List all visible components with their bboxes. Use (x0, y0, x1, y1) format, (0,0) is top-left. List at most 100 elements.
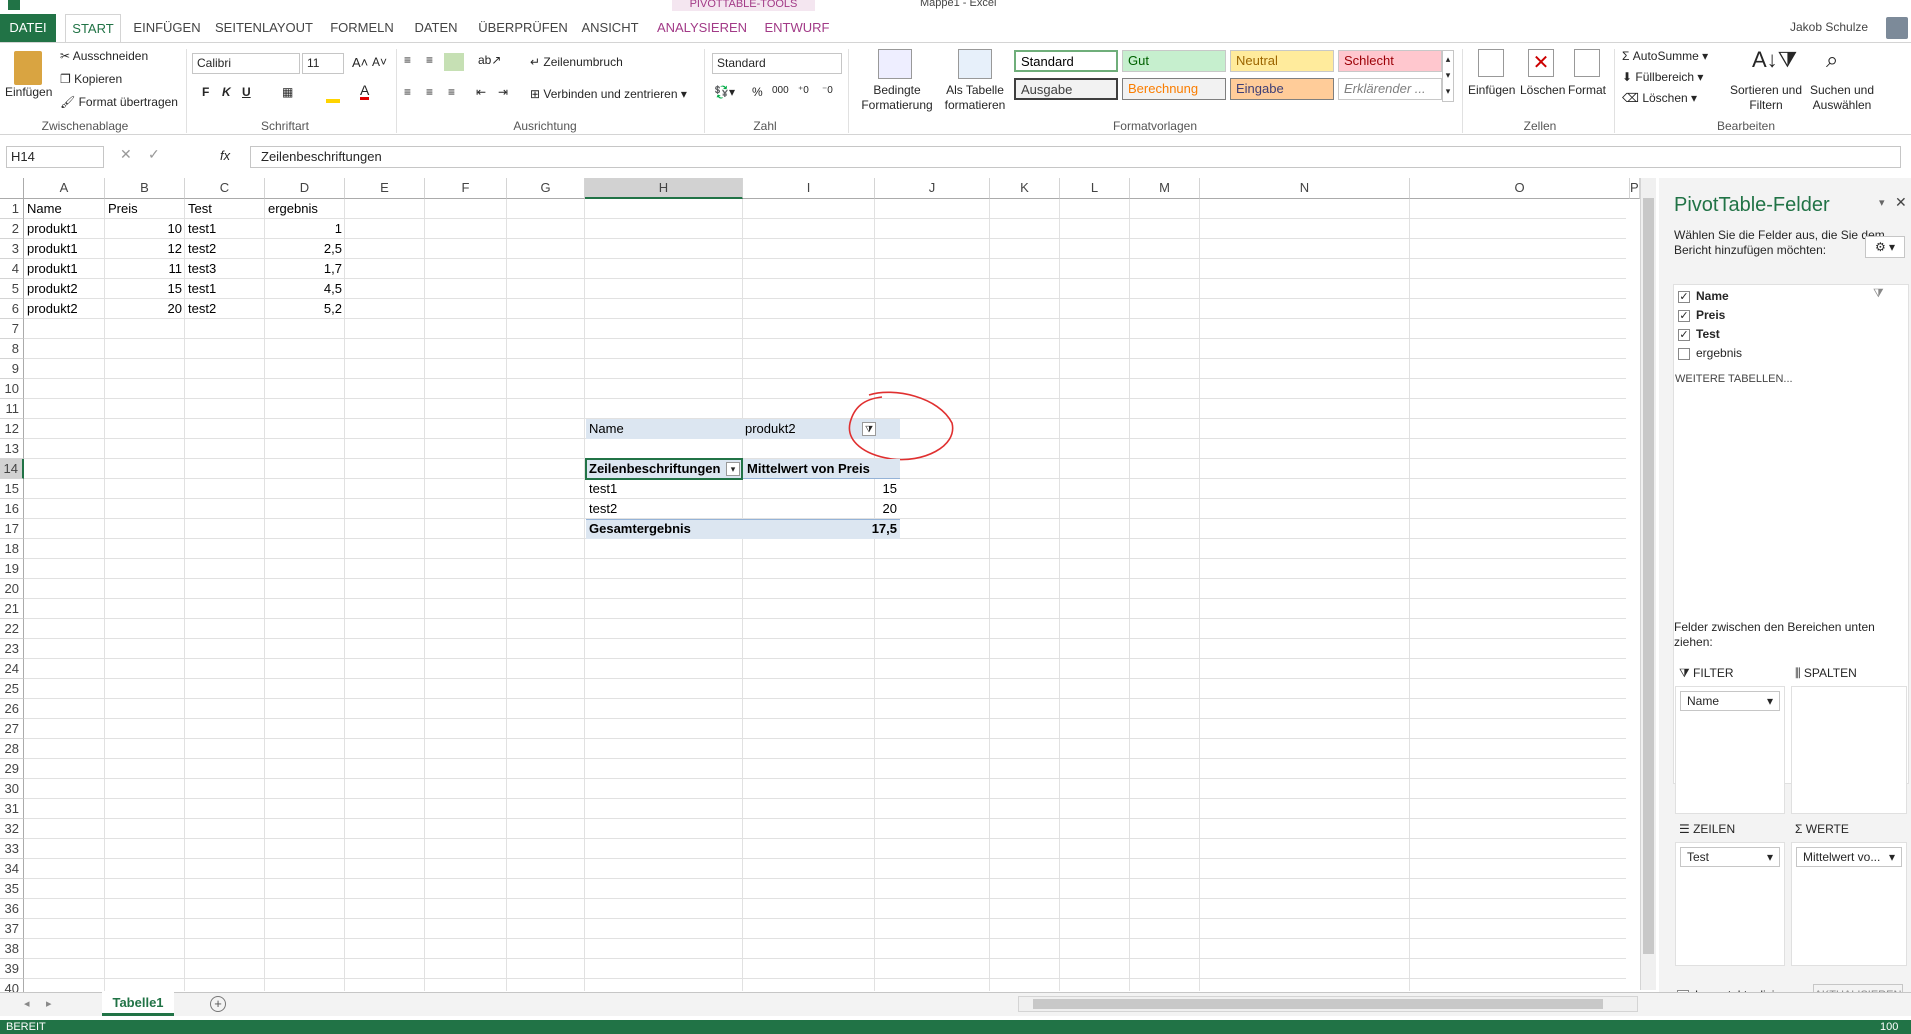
column-header-p[interactable]: P (1630, 178, 1640, 199)
tab-insert[interactable]: EINFÜGEN (130, 14, 204, 42)
row-header[interactable]: 26 (0, 699, 24, 719)
cancel-icon[interactable]: ✕ (120, 146, 132, 163)
align-left-icon[interactable]: ≡ (404, 85, 411, 99)
tab-design[interactable]: ENTWURF (758, 14, 836, 42)
binoculars-icon[interactable]: ⌕ (1826, 47, 1838, 73)
italic-button[interactable]: K (222, 85, 231, 99)
tab-analyze[interactable]: ANALYSIEREN (656, 14, 748, 42)
fill-color-icon[interactable] (326, 89, 340, 103)
row-header[interactable]: 1 (0, 199, 24, 219)
column-header-e[interactable]: E (345, 178, 425, 199)
percent-button[interactable]: % (752, 85, 763, 99)
row-header[interactable]: 23 (0, 639, 24, 659)
column-header-l[interactable]: L (1060, 178, 1130, 199)
values-area-item[interactable]: Mittelwert vo... ▾ (1796, 847, 1902, 867)
font-size-select[interactable]: 11 (302, 53, 344, 74)
row-header[interactable]: 14 (0, 459, 24, 479)
close-icon[interactable]: ✕ (1895, 194, 1907, 211)
column-header-b[interactable]: B (105, 178, 185, 199)
row-header[interactable]: 2 (0, 219, 24, 239)
row-header[interactable]: 37 (0, 919, 24, 939)
paste-button[interactable]: Einfügen (5, 85, 52, 99)
tab-start[interactable]: START (65, 14, 121, 42)
wrap-text-button[interactable]: ↵ Zeilenumbruch (530, 55, 623, 69)
row-header[interactable]: 30 (0, 779, 24, 799)
tab-formulas[interactable]: FORMELN (326, 14, 398, 42)
style-output[interactable]: Ausgabe (1014, 78, 1118, 100)
row-header[interactable]: 3 (0, 239, 24, 259)
row-header[interactable]: 9 (0, 359, 24, 379)
tab-view[interactable]: ANSICHT (578, 14, 642, 42)
decrease-decimal-icon[interactable]: ⁻0 (822, 85, 833, 96)
row-header[interactable]: 10 (0, 379, 24, 399)
scroll-thumb[interactable] (1643, 198, 1654, 954)
column-header-d[interactable]: D (265, 178, 345, 199)
column-header-h[interactable]: H (585, 178, 743, 199)
format-cells-icon[interactable] (1574, 49, 1600, 77)
row-header[interactable]: 31 (0, 799, 24, 819)
row-header[interactable]: 39 (0, 959, 24, 979)
delete-cells-icon[interactable]: ✕ (1528, 49, 1554, 77)
merge-center-button[interactable]: ⊞ Verbinden und zentrieren ▾ (530, 87, 687, 101)
increase-decimal-icon[interactable]: ⁺0 (798, 85, 809, 96)
column-header-o[interactable]: O (1410, 178, 1630, 199)
row-header[interactable]: 35 (0, 879, 24, 899)
rows-area[interactable]: Test ▾ (1675, 842, 1785, 966)
gear-icon[interactable]: ⚙ ▾ (1865, 236, 1905, 258)
format-as-table-button[interactable]: Als Tabelle formatieren (936, 83, 1014, 113)
row-header[interactable]: 27 (0, 719, 24, 739)
row-header[interactable]: 5 (0, 279, 24, 299)
avatar[interactable] (1886, 17, 1908, 39)
row-header[interactable]: 17 (0, 519, 24, 539)
autosum-button[interactable]: Σ AutoSumme ▾ (1622, 49, 1708, 63)
tab-data[interactable]: DATEN (408, 14, 464, 42)
decrease-indent-icon[interactable]: ⇤ (476, 85, 486, 99)
copy-button[interactable]: ❐ Kopieren (60, 72, 122, 86)
row-header[interactable]: 4 (0, 259, 24, 279)
pivot-row-header[interactable]: Zeilenbeschriftungen (586, 459, 723, 479)
pane-options-icon[interactable]: ▾ (1879, 196, 1885, 209)
zoom-level[interactable]: 100 % (1880, 1020, 1911, 1034)
column-header-f[interactable]: F (425, 178, 507, 199)
row-header[interactable]: 7 (0, 319, 24, 339)
row-header[interactable]: 29 (0, 759, 24, 779)
row-header[interactable]: 12 (0, 419, 24, 439)
conditional-format-button[interactable]: Bedingte Formatierung (854, 83, 940, 113)
styles-scroll[interactable]: ▴ ▾ ▾ (1442, 50, 1454, 102)
row-header[interactable]: 18 (0, 539, 24, 559)
column-header-a[interactable]: A (24, 178, 105, 199)
font-name-select[interactable]: Calibri (192, 53, 300, 74)
user-name[interactable]: Jakob Schulze (1790, 20, 1868, 34)
row-header[interactable]: 38 (0, 939, 24, 959)
values-area[interactable]: Mittelwert vo... ▾ (1791, 842, 1907, 966)
style-standard[interactable]: Standard (1014, 50, 1118, 72)
cut-button[interactable]: ✂ Ausschneiden (60, 49, 148, 63)
align-middle-icon[interactable]: ≡ (426, 53, 433, 67)
tab-review[interactable]: ÜBERPRÜFEN (476, 14, 570, 42)
row-header[interactable]: 13 (0, 439, 24, 459)
shrink-font-icon[interactable]: A˅ (372, 55, 387, 69)
column-header-k[interactable]: K (990, 178, 1060, 199)
style-input[interactable]: Eingabe (1230, 78, 1334, 100)
prev-sheet-icon[interactable]: ◂ (24, 997, 30, 1010)
row-header[interactable]: 8 (0, 339, 24, 359)
row-header[interactable]: 16 (0, 499, 24, 519)
align-right-icon[interactable]: ≡ (448, 85, 455, 99)
row-header[interactable]: 19 (0, 559, 24, 579)
style-bad[interactable]: Schlecht (1338, 50, 1442, 72)
row-header[interactable]: 21 (0, 599, 24, 619)
style-good[interactable]: Gut (1122, 50, 1226, 72)
currency-icon[interactable]: 💱▾ (714, 85, 735, 99)
dropdown-arrow-icon[interactable]: ▾ (726, 462, 740, 476)
row-header[interactable]: 22 (0, 619, 24, 639)
field-checkbox[interactable]: ✓ (1678, 329, 1690, 341)
row-header[interactable]: 11 (0, 399, 24, 419)
thousands-button[interactable]: 000 (772, 85, 789, 96)
row-header[interactable]: 25 (0, 679, 24, 699)
align-top-icon[interactable]: ≡ (404, 53, 411, 67)
row-header[interactable]: 24 (0, 659, 24, 679)
field-checkbox[interactable]: ✓ (1678, 310, 1690, 322)
columns-area[interactable] (1791, 686, 1907, 814)
horizontal-scrollbar[interactable] (1018, 996, 1638, 1012)
find-select-button[interactable]: Suchen und Auswählen (1808, 83, 1876, 113)
